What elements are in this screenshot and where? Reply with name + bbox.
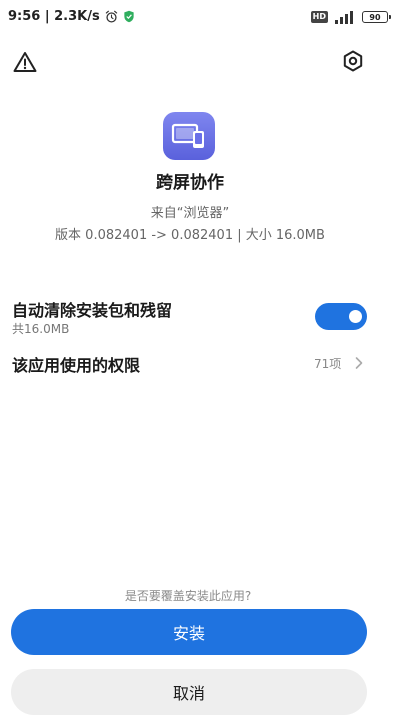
chevron-right-icon[interactable] xyxy=(354,356,364,370)
cleanup-option-title: 自动清除安装包和残留 xyxy=(12,301,173,320)
install-button[interactable]: 安装 xyxy=(11,609,367,655)
overwrite-question: 是否要覆盖安装此应用? xyxy=(124,589,252,603)
hexagon-settings-icon xyxy=(343,50,363,72)
status-bar-right: HD 90 xyxy=(310,10,391,24)
toggle-knob xyxy=(349,310,362,323)
signal-icon xyxy=(335,11,353,24)
app-icon xyxy=(163,112,215,160)
shield-icon xyxy=(124,10,134,23)
app-source: 来自“浏览器” xyxy=(150,206,230,221)
status-bar: 9:56 | 2.3K/s HD 90 xyxy=(0,0,400,34)
cleanup-option-size: 共16.0MB xyxy=(12,322,70,336)
permissions-count[interactable]: 71项 xyxy=(314,355,341,372)
battery-level: 90 xyxy=(369,12,381,22)
status-time-speed: 9:56 | 2.3K/s xyxy=(8,9,100,24)
battery-icon: 90 xyxy=(362,11,391,23)
alarm-clock-icon xyxy=(105,10,117,23)
cancel-button[interactable]: 取消 xyxy=(11,669,367,715)
status-bar-left: 9:56 | 2.3K/s xyxy=(8,9,135,24)
warning-button[interactable] xyxy=(12,49,38,75)
app-name: 跨屏协作 xyxy=(156,173,224,193)
cleanup-toggle[interactable] xyxy=(315,303,367,330)
settings-button[interactable] xyxy=(339,47,367,75)
app-version-size: 版本 0.082401 -> 0.082401 | 大小 16.0MB xyxy=(55,228,325,243)
warning-triangle-icon xyxy=(13,52,37,72)
screen-collaboration-icon xyxy=(171,123,204,148)
permissions-row-title[interactable]: 该应用使用的权限 xyxy=(12,352,140,376)
hd-badge: HD xyxy=(310,11,328,23)
